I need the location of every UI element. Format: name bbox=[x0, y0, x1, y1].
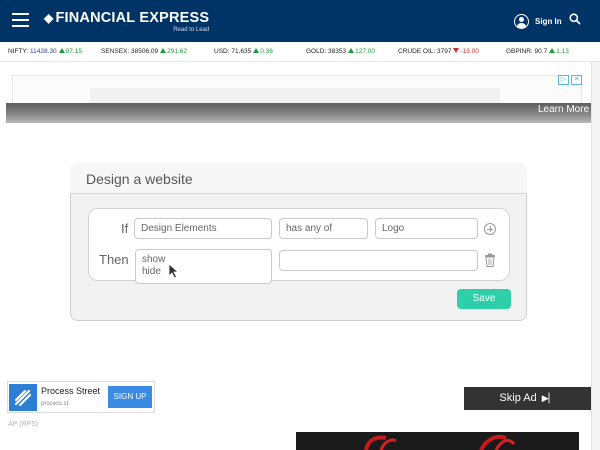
ticker-change: -19.00 bbox=[460, 48, 479, 55]
then-action-dropdown[interactable]: show hide bbox=[135, 249, 272, 284]
then-option-show[interactable]: show bbox=[142, 254, 265, 266]
mouse-cursor-icon bbox=[168, 263, 180, 279]
menu-icon[interactable] bbox=[12, 13, 29, 27]
ticker-value: 11428.30 bbox=[30, 48, 57, 55]
ticker-value: 38506.09 bbox=[131, 48, 159, 55]
skip-next-icon: ▶▏ bbox=[541, 393, 556, 403]
ticker-item-gbpinr[interactable]: GBPINR: 90.7 1.13 bbox=[506, 48, 569, 55]
if-field-element[interactable]: Design Elements bbox=[134, 218, 272, 239]
ticker-value: 71.635 bbox=[231, 48, 252, 55]
ad-info-icon[interactable]: ▷ bbox=[558, 75, 569, 85]
process-street-logo-icon bbox=[9, 384, 37, 411]
trash-icon[interactable] bbox=[484, 253, 496, 267]
video-top-bar bbox=[6, 103, 591, 123]
ticker-label: GOLD: bbox=[306, 48, 327, 55]
then-option-hide[interactable]: hide bbox=[142, 266, 265, 278]
ticker-change: 291.62 bbox=[167, 48, 188, 55]
article-thumbnail[interactable] bbox=[296, 432, 579, 450]
then-label: Then bbox=[99, 252, 129, 267]
top-ad-banner[interactable] bbox=[90, 88, 500, 104]
ticker-change: 0.36 bbox=[260, 48, 273, 55]
if-label: If bbox=[121, 221, 129, 236]
image-caption: AP (RPS) bbox=[8, 421, 39, 428]
ad-choices: ▷ ✕ bbox=[558, 75, 582, 85]
then-target-field[interactable] bbox=[279, 250, 478, 271]
ad-company-name: Process Street bbox=[41, 386, 101, 396]
ad-close-icon[interactable]: ✕ bbox=[571, 75, 582, 85]
rule-card-title: Design a website bbox=[86, 171, 193, 187]
ticker-item-gold[interactable]: GOLD: 38353 127.00 bbox=[306, 48, 375, 55]
skip-ad-label: Skip Ad bbox=[499, 392, 537, 404]
ticker-value: 3797 bbox=[437, 48, 452, 55]
ticker-label: CRUDE OIL: bbox=[398, 48, 436, 55]
ticker-value: 38353 bbox=[328, 48, 347, 55]
arrow-up-icon bbox=[58, 48, 65, 53]
search-icon[interactable] bbox=[569, 13, 581, 25]
arrow-up-icon bbox=[348, 48, 355, 53]
sign-in-button[interactable]: Sign In bbox=[514, 14, 562, 29]
ticker-item-usd[interactable]: USD: 71.635 0.36 bbox=[214, 48, 273, 55]
if-field-value[interactable]: Logo bbox=[375, 218, 478, 239]
arrow-up-icon bbox=[253, 48, 260, 53]
ticker-change: 1.13 bbox=[556, 48, 569, 55]
brand-logo[interactable]: ◆ FINANCIAL EXPRESS Read to Lead bbox=[44, 10, 210, 33]
ticker-item-crude-oil[interactable]: CRUDE OIL: 3797 -19.00 bbox=[398, 48, 479, 55]
arrow-up-icon bbox=[160, 48, 167, 53]
sign-up-button[interactable]: SIGN UP bbox=[108, 386, 152, 408]
brand-name: FINANCIAL EXPRESS bbox=[55, 10, 210, 26]
save-button[interactable]: Save bbox=[457, 289, 511, 309]
add-condition-icon[interactable] bbox=[484, 223, 496, 235]
if-field-operator[interactable]: has any of bbox=[279, 218, 368, 239]
arrow-up-icon bbox=[549, 48, 556, 53]
learn-more-link[interactable]: Learn More bbox=[538, 104, 589, 115]
ad-company-url: process.st bbox=[41, 401, 69, 407]
ticker-value: 90.7 bbox=[534, 48, 548, 55]
ticker-label: NIFTY: bbox=[8, 48, 29, 55]
brand-tagline: Read to Lead bbox=[173, 27, 210, 33]
ticker-change: 127.00 bbox=[355, 48, 376, 55]
page-scrollbar[interactable] bbox=[591, 62, 600, 450]
ticker-label: SENSEX: bbox=[101, 48, 130, 55]
market-ticker: NIFTY: 11428.30 87.15 SENSEX: 38506.09 291… bbox=[0, 42, 600, 62]
sign-in-label: Sign In bbox=[535, 17, 562, 26]
logo-chevron-icon: ◆ bbox=[44, 11, 54, 25]
skip-ad-button[interactable]: Skip Ad ▶▏ bbox=[464, 387, 591, 410]
user-icon bbox=[514, 14, 529, 29]
ticker-label: GBPINR: bbox=[506, 48, 533, 55]
ticker-item-nifty[interactable]: NIFTY: 11428.30 87.15 bbox=[8, 48, 82, 55]
ticker-change: 87.15 bbox=[65, 48, 82, 55]
ticker-item-sensex[interactable]: SENSEX: 38506.09 291.62 bbox=[101, 48, 187, 55]
ticker-label: USD: bbox=[214, 48, 230, 55]
arrow-down-icon bbox=[453, 48, 460, 53]
